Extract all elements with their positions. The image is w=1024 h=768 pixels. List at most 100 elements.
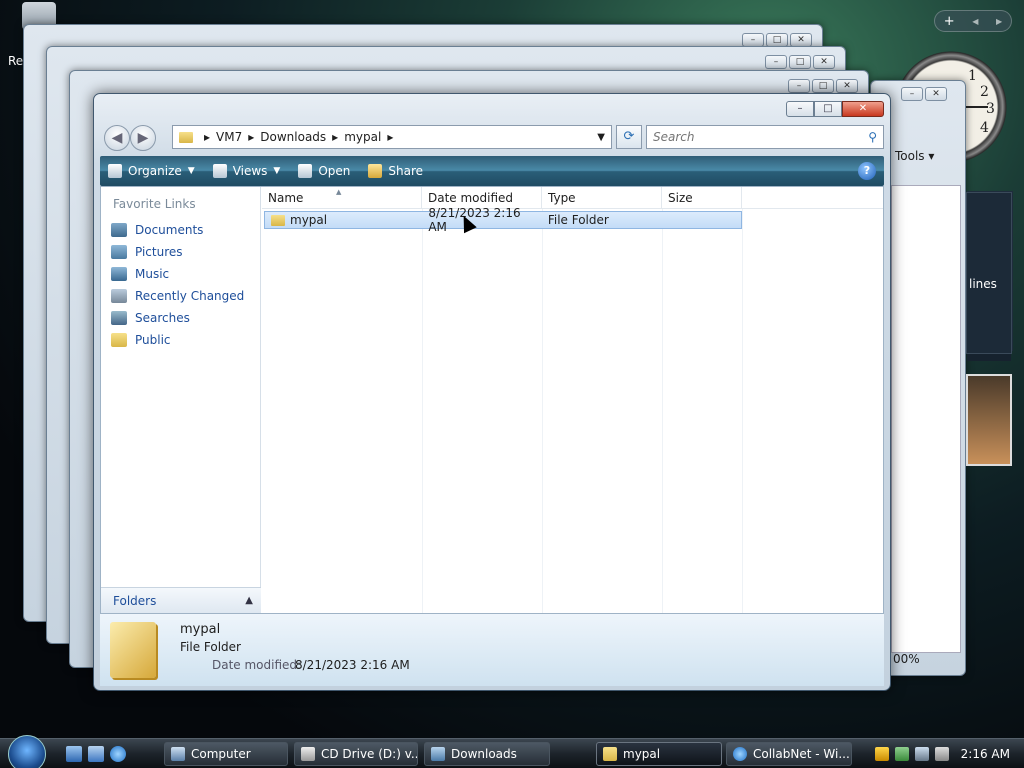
explorer-window[interactable]: – □ ✕ ◀ ▶ ▸ VM7▸ Downloads▸ mypal▸ ▼ ⟳ ⚲… [93,93,891,691]
internet-explorer-icon [733,747,747,761]
favorite-link-recently-changed[interactable]: Recently Changed [107,285,257,307]
public-folder-icon [111,333,127,347]
close-icon[interactable]: ✕ [790,33,812,47]
details-type: File Folder [180,640,241,654]
breadcrumb[interactable]: VM7 ▸ [216,130,254,144]
start-button[interactable] [8,735,46,768]
sidebar-controls[interactable]: + ◀ ▶ [934,10,1012,32]
maximize-button[interactable]: □ [814,101,842,117]
file-name: mypal [290,213,328,227]
recently-changed-icon [111,289,127,303]
share-icon [368,164,383,178]
close-icon[interactable]: ✕ [836,79,858,93]
organize-icon [108,164,122,178]
folder-icon [271,215,285,226]
file-row[interactable]: mypal 8/21/2023 2:16 AM File Folder [264,206,742,234]
headlines-text: lines [969,277,997,291]
column-header-name[interactable]: Name ▲ [262,187,422,208]
sort-arrow-icon: ▲ [336,188,342,196]
recycle-bin-label: Re [8,54,24,68]
help-icon[interactable]: ? [858,162,876,180]
taskbar: Computer CD Drive (D:) v... Downloads my… [0,735,1024,768]
explorer-body: Favorite Links Documents Pictures Music … [100,186,884,614]
system-tray: 2:16 AM [867,739,1024,768]
taskbar-item-collabnet[interactable]: CollabNet - Wi... [726,742,852,766]
documents-icon [111,223,127,237]
breadcrumb[interactable]: mypal ▸ [344,130,393,144]
internet-explorer-icon[interactable] [110,746,126,762]
details-name: mypal [180,622,221,637]
clock-number: 2 [980,84,989,100]
open-icon [298,164,313,178]
close-icon[interactable]: ✕ [925,87,947,101]
tools-menu[interactable]: Tools ▾ [895,149,934,163]
address-dropdown-icon[interactable]: ▼ [597,132,605,143]
minimize-icon[interactable]: – [901,87,923,101]
column-header-date-modified[interactable]: Date modified [422,187,542,208]
minimize-icon[interactable]: – [742,33,764,47]
minimize-icon[interactable]: – [765,55,787,69]
clock-time[interactable]: 2:16 AM [961,747,1010,761]
search-icon[interactable]: ⚲ [868,130,877,144]
refresh-button[interactable]: ⟳ [616,125,642,149]
navigation-bar: ◀ ▶ ▸ VM7▸ Downloads▸ mypal▸ ▼ ⟳ ⚲ [102,124,884,151]
maximize-icon[interactable]: □ [789,55,811,69]
close-button[interactable]: ✕ [842,101,884,117]
pictures-icon [111,245,127,259]
search-input[interactable] [653,130,853,144]
organize-button[interactable]: Organize ▼ [108,164,195,178]
switch-windows-icon[interactable] [88,746,104,762]
taskbar-item-computer[interactable]: Computer [164,742,288,766]
file-type: File Folder [547,213,609,227]
minimize-icon[interactable]: – [788,79,810,93]
close-icon[interactable]: ✕ [813,55,835,69]
views-button[interactable]: Views ▼ [212,164,280,178]
add-gadget-icon[interactable]: + [944,14,955,29]
favorite-link-searches[interactable]: Searches [107,307,257,329]
favorite-link-music[interactable]: Music [107,263,257,285]
zoom-label[interactable]: 00% [893,652,920,666]
chevron-right-icon[interactable]: ▸ [204,130,210,144]
prev-icon[interactable]: ◀ [972,17,978,26]
details-date-label: Date modified: [212,658,302,672]
forward-button[interactable]: ▶ [130,125,156,151]
volume-muted-icon[interactable] [934,747,949,761]
folders-toggle[interactable]: Folders ▲ [101,587,261,613]
clock-number: 3 [986,101,995,117]
window-controls: – □ ✕ [786,101,884,117]
column-header-type[interactable]: Type [542,187,662,208]
background-headline-panel: lines [966,192,1012,354]
network-connection-icon[interactable] [914,747,929,761]
taskbar-item-downloads[interactable]: Downloads [424,742,550,766]
back-button[interactable]: ◀ [104,125,130,151]
network-icon[interactable] [894,747,909,761]
show-desktop-icon[interactable] [66,746,82,762]
favorite-links: Documents Pictures Music Recently Change… [107,219,257,351]
favorite-links-header: Favorite Links [113,197,196,211]
column-header-size[interactable]: Size [662,187,742,208]
search-box[interactable]: ⚲ [646,125,884,149]
share-button[interactable]: Share [368,164,423,178]
downloads-folder-icon [431,747,445,761]
security-shield-icon[interactable] [874,747,889,761]
breadcrumb[interactable]: Downloads ▸ [260,130,338,144]
large-folder-icon [110,622,156,678]
minimize-button[interactable]: – [786,101,814,117]
clock-number: 4 [980,120,989,136]
open-button[interactable]: Open [298,164,350,178]
searches-icon [111,311,127,325]
favorite-link-pictures[interactable]: Pictures [107,241,257,263]
next-icon[interactable]: ▶ [996,17,1002,26]
music-icon [111,267,127,281]
details-date-value: 8/21/2023 2:16 AM [295,658,410,672]
favorite-link-documents[interactable]: Documents [107,219,257,241]
chevron-up-icon[interactable]: ▲ [245,595,253,606]
folder-icon [179,131,193,143]
maximize-icon[interactable]: □ [766,33,788,47]
favorite-link-public[interactable]: Public [107,329,257,351]
address-bar[interactable]: ▸ VM7 ▸ Downloads ▸ mypal ▸ ▼ [172,125,612,149]
taskbar-item-cd-drive[interactable]: CD Drive (D:) v... [294,742,418,766]
taskbar-item-mypal[interactable]: mypal [596,742,722,766]
folder-icon [603,747,617,761]
maximize-icon[interactable]: □ [812,79,834,93]
